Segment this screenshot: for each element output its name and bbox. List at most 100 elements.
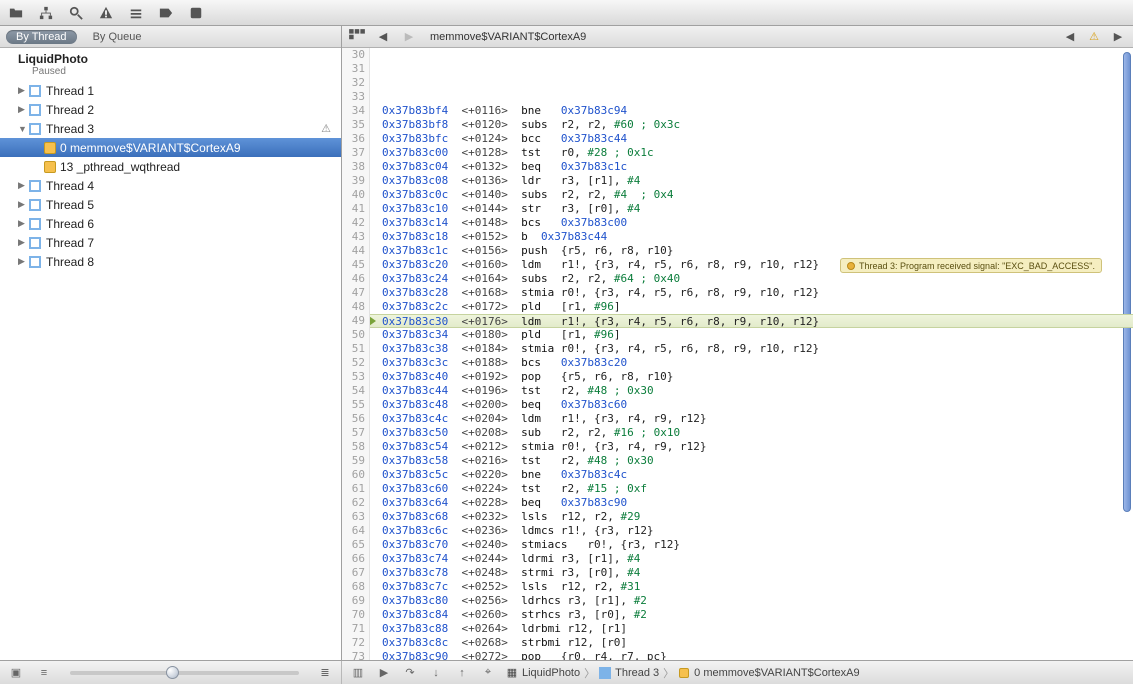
code-toolbar: ◀ ▶ memmove$VARIANT$CortexA9 ◀ ⚠ ▶ (342, 26, 1133, 48)
asm-line[interactable]: 0x37b83c30 <+0176> ldm r1!, {r3, r4, r5,… (370, 314, 1133, 328)
breadcrumb-thread: Thread 3 (615, 667, 659, 679)
thread-label: Thread 5 (46, 198, 94, 212)
thread-icon (28, 255, 42, 269)
next-issue-icon[interactable]: ▶ (1109, 29, 1127, 45)
asm-line[interactable]: 0x37b83bfc <+0124> bcc 0x37b83c44 (370, 132, 1133, 146)
filter-by-thread[interactable]: By Thread (6, 30, 77, 44)
asm-line[interactable]: 0x37b83c70 <+0240> stmiacs r0!, {r3, r12… (370, 538, 1133, 552)
asm-line[interactable]: 0x37b83c74 <+0244> ldrmi r3, [r1], #4 (370, 552, 1133, 566)
expand-icon[interactable]: ≣ (317, 666, 333, 679)
asm-line[interactable]: 0x37b83c1c <+0156> push {r5, r6, r8, r10… (370, 244, 1133, 258)
disassembly-view[interactable]: 3031323334353637383940414243444546474849… (342, 48, 1133, 660)
asm-line[interactable]: 0x37b83c48 <+0200> beq 0x37b83c60 (370, 398, 1133, 412)
location-icon[interactable]: ⌖ (480, 666, 496, 679)
asm-line[interactable]: 0x37b83c28 <+0168> stmia r0!, {r3, r4, r… (370, 286, 1133, 300)
step-out-icon[interactable]: ↑ (454, 667, 470, 679)
asm-line[interactable]: 0x37b83c7c <+0252> lsls r12, r2, #31 (370, 580, 1133, 594)
disclosure-icon[interactable]: ▶ (18, 85, 28, 96)
forward-icon[interactable]: ▶ (400, 29, 418, 45)
log-icon[interactable] (188, 5, 204, 21)
disclosure-icon[interactable]: ▶ (18, 256, 28, 267)
process-name[interactable]: LiquidPhoto (0, 50, 341, 66)
asm-line[interactable]: 0x37b83c34 <+0180> pld [r1, #96] (370, 328, 1133, 342)
asm-line[interactable]: 0x37b83c8c <+0268> strbmi r12, [r0] (370, 636, 1133, 650)
asm-line[interactable]: 0x37b83c10 <+0144> str r3, [r0], #4 (370, 202, 1133, 216)
thread-navigator: By Thread By Queue LiquidPhoto Paused ▶T… (0, 26, 342, 660)
asm-line[interactable]: 0x37b83c18 <+0152> b 0x37b83c44 (370, 230, 1133, 244)
thread-row[interactable]: ▶Thread 2 (0, 100, 341, 119)
disclosure-icon[interactable]: ▶ (18, 237, 28, 248)
thread-label: Thread 8 (46, 255, 94, 269)
asm-line[interactable]: 0x37b83c80 <+0256> ldrhcs r3, [r1], #2 (370, 594, 1133, 608)
asm-line[interactable]: 0x37b83c14 <+0148> bcs 0x37b83c00 (370, 216, 1133, 230)
asm-line[interactable]: 0x37b83c60 <+0224> tst r2, #15 ; 0xf (370, 482, 1133, 496)
thread-icon (28, 179, 42, 193)
pc-arrow-icon (370, 316, 376, 326)
asm-line[interactable]: 0x37b83c5c <+0220> bne 0x37b83c4c (370, 468, 1133, 482)
breadcrumb[interactable]: ▦ LiquidPhoto 〉 Thread 3 〉 0 memmove$VAR… (506, 665, 860, 681)
asm-line[interactable]: 0x37b83c64 <+0228> beq 0x37b83c90 (370, 496, 1133, 510)
issue-warning-icon[interactable]: ⚠ (1085, 29, 1103, 45)
thread-row[interactable]: ▶ Thread 5 (0, 195, 341, 214)
search-icon[interactable] (68, 5, 84, 21)
continue-icon[interactable]: ▶ (376, 666, 392, 679)
thread-row[interactable]: ▶ Thread 8 (0, 252, 341, 271)
asm-line[interactable]: 0x37b83c50 <+0208> sub r2, r2, #16 ; 0x1… (370, 426, 1133, 440)
asm-line[interactable]: 0x37b83c88 <+0264> ldrbmi r12, [r1] (370, 622, 1133, 636)
disclosure-icon[interactable]: ▶ (18, 218, 28, 229)
asm-line[interactable]: 0x37b83c90 <+0272> pop {r0, r4, r7, pc} (370, 650, 1133, 660)
asm-line[interactable]: 0x37b83c54 <+0212> stmia r0!, {r3, r4, r… (370, 440, 1133, 454)
hierarchy-icon[interactable] (38, 5, 54, 21)
step-into-icon[interactable]: ↓ (428, 667, 444, 679)
asm-line[interactable]: 0x37b83c38 <+0184> stmia r0!, {r3, r4, r… (370, 342, 1133, 356)
toggle-debug-icon[interactable]: ▥ (350, 666, 366, 679)
collapse-icon[interactable]: ≡ (36, 667, 52, 679)
asm-line[interactable]: 0x37b83c20 <+0160> ldm r1!, {r3, r4, r5,… (370, 258, 1133, 272)
asm-line[interactable]: 0x37b83c84 <+0260> strhcs r3, [r0], #2 (370, 608, 1133, 622)
asm-line[interactable]: 0x37b83c68 <+0232> lsls r12, r2, #29 (370, 510, 1133, 524)
asm-line[interactable]: 0x37b83c0c <+0140> subs r2, r2, #4 ; 0x4 (370, 188, 1133, 202)
folder-icon[interactable] (8, 5, 24, 21)
back-icon[interactable]: ◀ (374, 29, 392, 45)
code-pane: ◀ ▶ memmove$VARIANT$CortexA9 ◀ ⚠ ▶ 30313… (342, 26, 1133, 660)
prev-issue-icon[interactable]: ◀ (1061, 29, 1079, 45)
detail-slider[interactable] (70, 671, 299, 675)
disclosure-icon[interactable]: ▼ (18, 124, 28, 134)
step-over-icon[interactable]: ↷ (402, 666, 418, 679)
asm-line[interactable]: 0x37b83c00 <+0128> tst r0, #28 ; 0x1c (370, 146, 1133, 160)
warning-icon[interactable] (98, 5, 114, 21)
outline-icon[interactable]: ▣ (8, 666, 24, 679)
asm-line[interactable]: 0x37b83c08 <+0136> ldr r3, [r1], #4 (370, 174, 1133, 188)
frame-label: 13 _pthread_wqthread (60, 160, 180, 174)
related-items-icon[interactable] (348, 29, 366, 45)
thread-row[interactable]: ▶Thread 4 (0, 176, 341, 195)
thread-row[interactable]: ▶Thread 7 (0, 233, 341, 252)
breakpoint-icon[interactable] (158, 5, 174, 21)
debug-icon[interactable] (128, 5, 144, 21)
disclosure-icon[interactable]: ▶ (18, 199, 28, 210)
asm-line[interactable]: 0x37b83bf4 <+0116> bne 0x37b83c94 (370, 104, 1133, 118)
disclosure-icon[interactable]: ▶ (18, 104, 28, 115)
stack-frame-row[interactable]: 13 _pthread_wqthread (0, 157, 341, 176)
asm-line[interactable]: 0x37b83c04 <+0132> beq 0x37b83c1c (370, 160, 1133, 174)
asm-line[interactable]: 0x37b83c44 <+0196> tst r2, #48 ; 0x30 (370, 384, 1133, 398)
asm-line[interactable]: 0x37b83c24 <+0164> subs r2, r2, #64 ; 0x… (370, 272, 1133, 286)
thread-row[interactable]: ▶Thread 6 (0, 214, 341, 233)
bottom-bar: ▣ ≡ ≣ ▥ ▶ ↷ ↓ ↑ ⌖ ▦ LiquidPhoto 〉 Thread… (0, 660, 1133, 684)
filter-by-queue[interactable]: By Queue (83, 30, 152, 44)
stack-frame-row[interactable]: 0 memmove$VARIANT$CortexA9 (0, 138, 341, 157)
asm-line[interactable]: 0x37b83c78 <+0248> strmi r3, [r0], #4 (370, 566, 1133, 580)
thread-row[interactable]: ▼Thread 3 (0, 119, 341, 138)
asm-line[interactable]: 0x37b83bf8 <+0120> subs r2, r2, #60 ; 0x… (370, 118, 1133, 132)
breadcrumb-frame: 0 memmove$VARIANT$CortexA9 (694, 667, 859, 679)
disclosure-icon[interactable]: ▶ (18, 180, 28, 191)
thread-row[interactable]: ▶ Thread 1 (0, 81, 341, 100)
asm-line[interactable]: 0x37b83c2c <+0172> pld [r1, #96] (370, 300, 1133, 314)
asm-line[interactable]: 0x37b83c4c <+0204> ldm r1!, {r3, r4, r9,… (370, 412, 1133, 426)
asm-line[interactable]: 0x37b83c3c <+0188> bcs 0x37b83c20 (370, 356, 1133, 370)
asm-line[interactable]: 0x37b83c58 <+0216> tst r2, #48 ; 0x30 (370, 454, 1133, 468)
code-title: memmove$VARIANT$CortexA9 (426, 31, 1053, 43)
asm-line[interactable]: 0x37b83c40 <+0192> pop {r5, r6, r8, r10} (370, 370, 1133, 384)
asm-line[interactable]: 0x37b83c6c <+0236> ldmcs r1!, {r3, r12} (370, 524, 1133, 538)
thread-label: Thread 1 (46, 84, 94, 98)
